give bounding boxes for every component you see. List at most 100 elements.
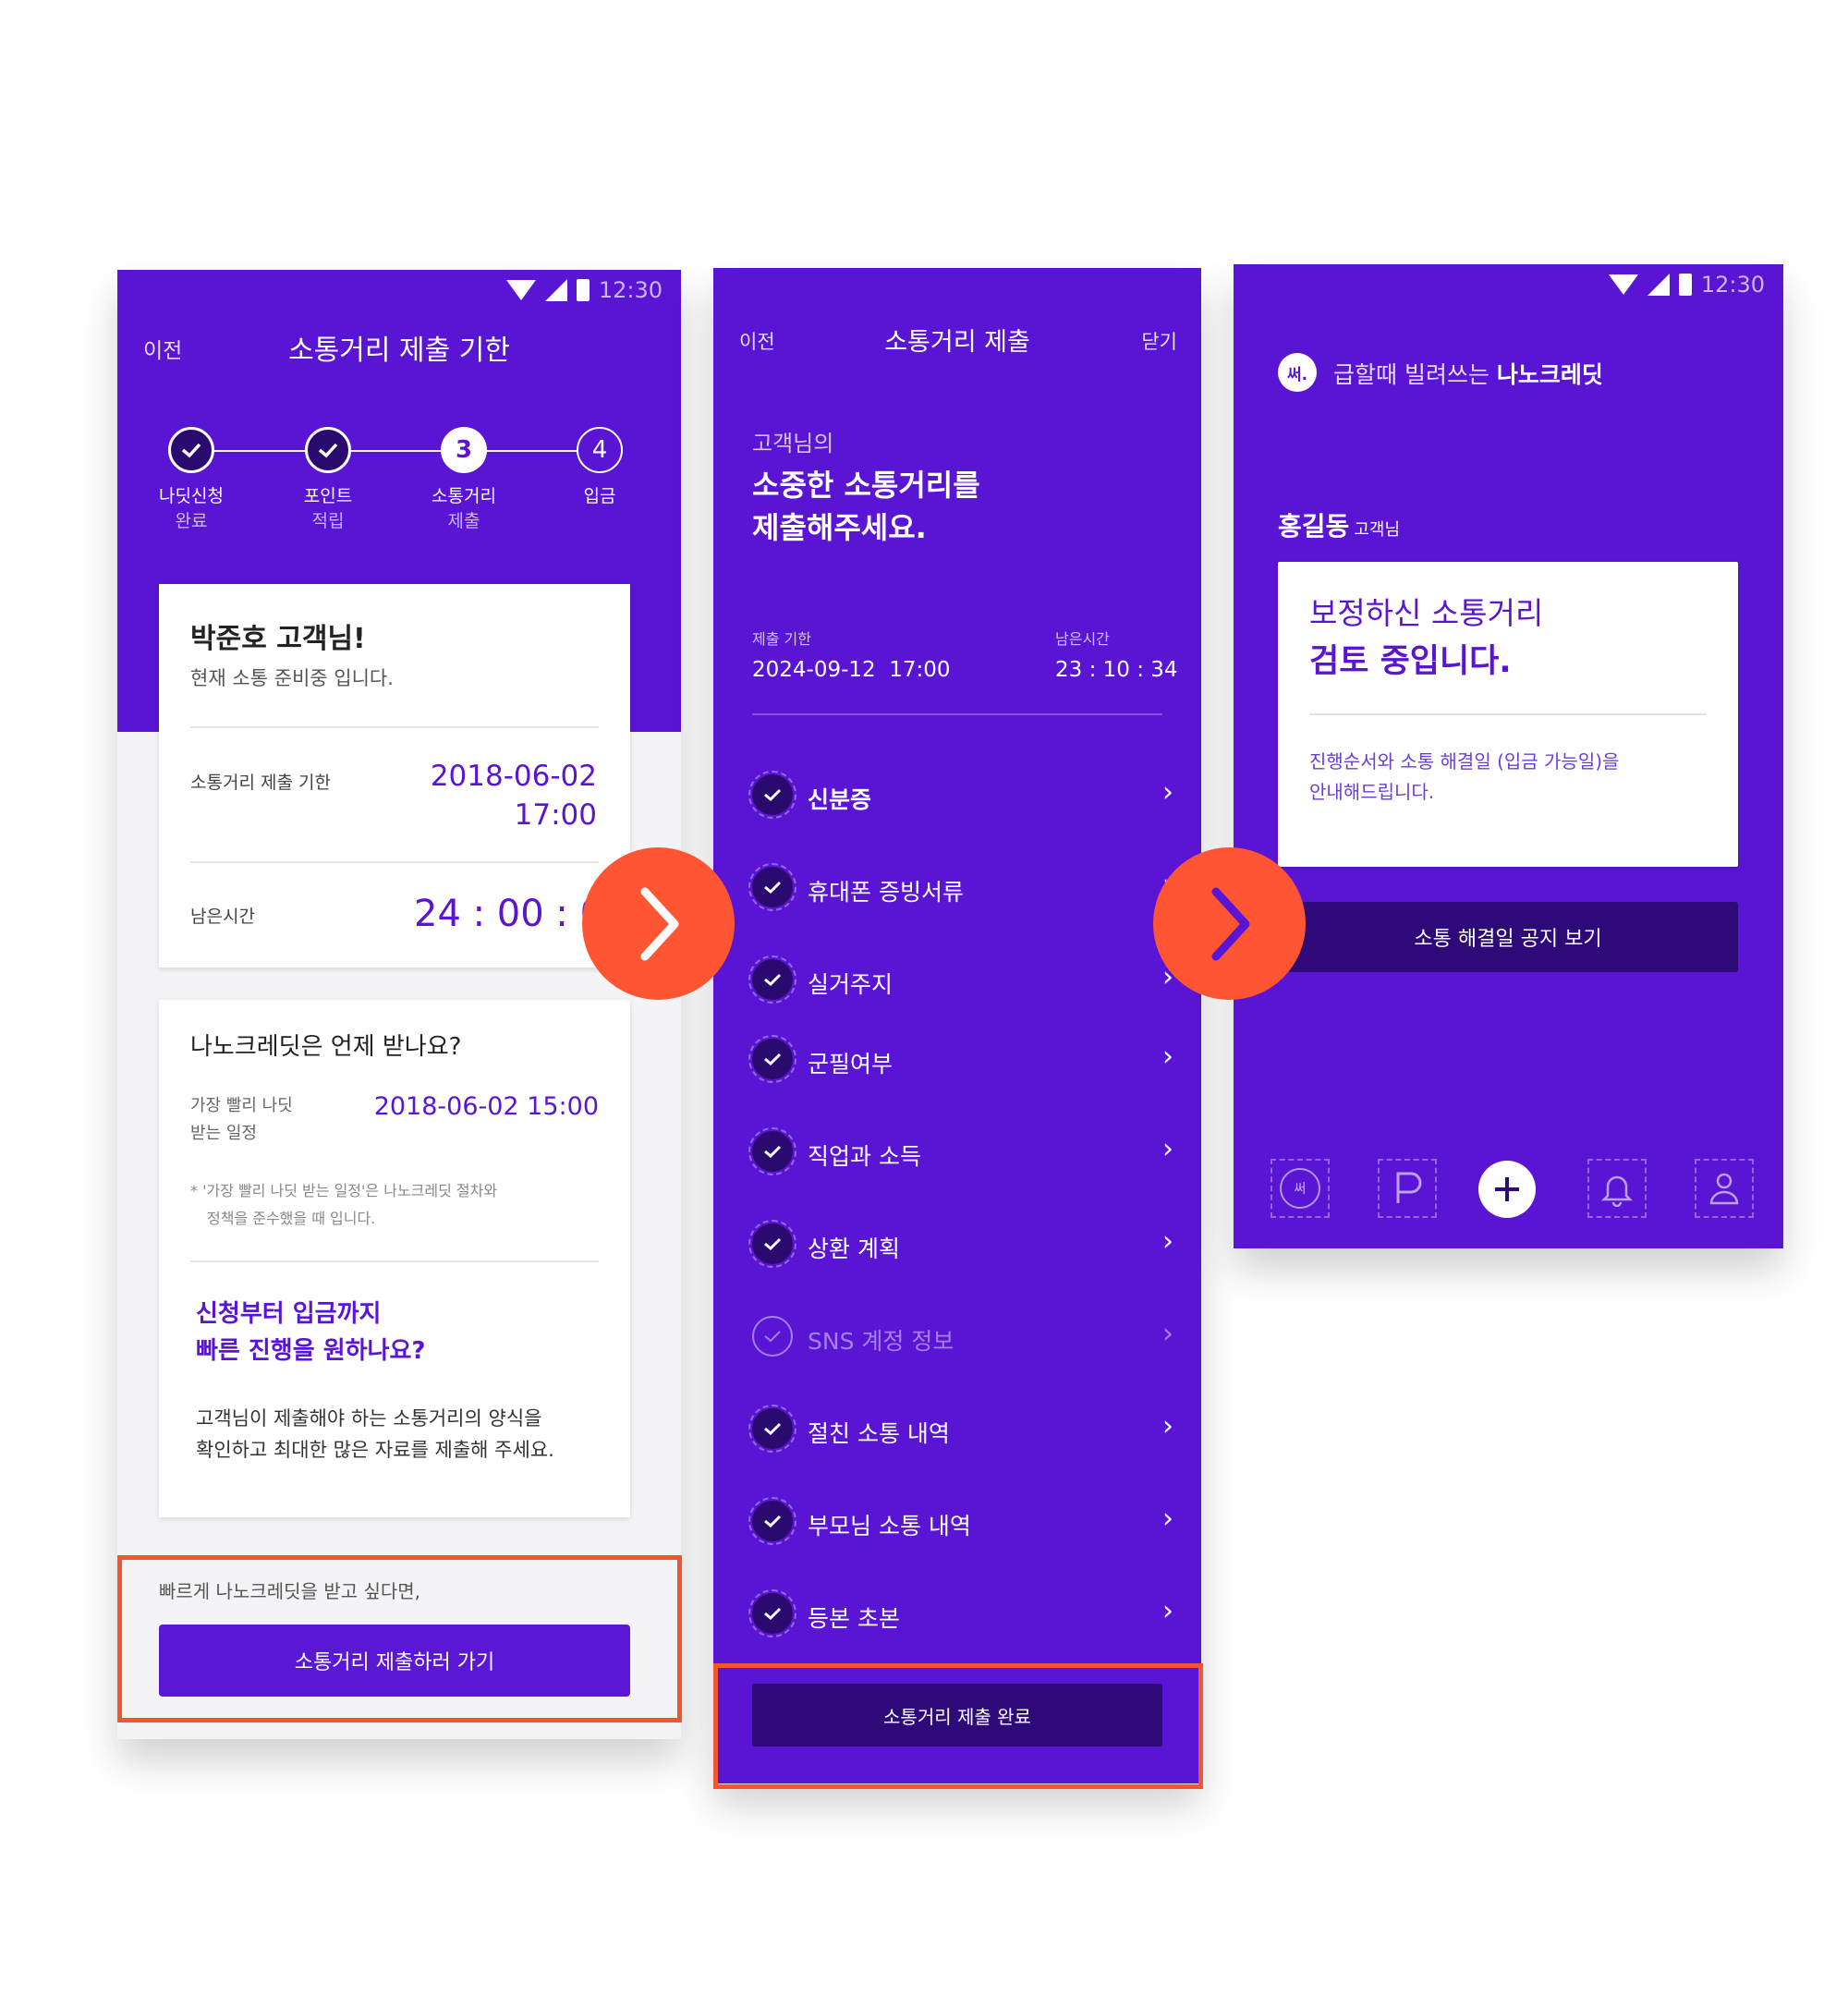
chevron-right-icon: › (1162, 1503, 1173, 1535)
step-2-circle (305, 427, 351, 473)
chevron-right-icon (1211, 887, 1249, 960)
promo-body: 고객님이 제출해야 하는 소통거리의 양식을 확인하고 최대한 많은 자료를 제… (196, 1403, 554, 1466)
deadline-date: 2018-06-02 (430, 760, 597, 793)
step-3-number: 3 (455, 436, 473, 464)
page-heading: 소중한 소통거리를 제출해주세요. (752, 464, 980, 549)
brand-tagline: 급할때 빌려쓰는 나노크레딧 (1333, 357, 1603, 390)
screen-submission-deadline: 12:30 이전 소통거리 제출 기한 3 4 나딧신청 완료 포인트 적립 소… (117, 270, 681, 1739)
check-icon (748, 1035, 796, 1083)
signal-icon (1647, 274, 1670, 296)
item-label: 상환 계획 (808, 1235, 900, 1262)
promo-title-line1: 신청부터 입금까지 (196, 1300, 382, 1328)
earliest-label-line2: 받는 일정 (190, 1124, 257, 1143)
item-label: 실거주지 (808, 971, 894, 998)
status-time: 12:30 (598, 277, 663, 303)
flow-arrow-2 (1153, 847, 1306, 1000)
wifi-icon (1608, 274, 1638, 295)
notice-button[interactable]: 소통 해결일 공지 보기 (1278, 902, 1738, 972)
list-item-friend-chat[interactable]: 절친 소통 내역 › (713, 1386, 1201, 1479)
status-time: 12:30 (1700, 272, 1765, 298)
chevron-right-icon: › (1162, 776, 1173, 809)
step-2-label: 포인트 적립 (273, 484, 383, 534)
step-1-circle (168, 427, 214, 473)
chevron-right-icon: › (1162, 1410, 1173, 1442)
customer-name-row: 홍길동 고객님 (1278, 506, 1400, 543)
divider (752, 713, 1162, 715)
deadline-value: 2024-09-12 17:00 (752, 658, 951, 682)
brand-logo-text: 써. (1286, 365, 1308, 384)
earliest-label-line1: 가장 빨리 나딧 (190, 1096, 293, 1115)
item-label: 군필여부 (808, 1051, 894, 1077)
nav-profile-icon[interactable] (1695, 1159, 1754, 1218)
document-list: 신분증 › 휴대폰 증빙서류 › 실거주지 › 군필여부 › 직업과 소득 › … (713, 748, 1201, 1673)
faq-title: 나노크레딧은 언제 받나요? (190, 1033, 462, 1061)
list-item-sns[interactable]: SNS 계정 정보 › (713, 1294, 1201, 1386)
faq-card: 나노크레딧은 언제 받나요? 가장 빨리 나딧 받는 일정 2018-06-02… (159, 1000, 630, 1517)
review-title: 보정하신 소통거리 검토 중입니다. (1309, 590, 1543, 686)
nav-logo-text: 써 (1294, 1182, 1307, 1197)
check-icon (748, 1589, 796, 1637)
promo-body-line1: 고객님이 제출해야 하는 소통거리의 양식을 (196, 1407, 542, 1430)
divider (190, 861, 599, 863)
step-3-label: 소통거리 제출 (408, 484, 519, 534)
check-icon (748, 1220, 796, 1268)
greeting: 박준호 고객님! (190, 623, 366, 655)
highlight-frame-submit (713, 1663, 1203, 1789)
nav-home-icon[interactable]: 써 (1270, 1159, 1330, 1218)
check-icon (748, 1405, 796, 1453)
list-item-military[interactable]: 군필여부 › (713, 1016, 1201, 1109)
deadline-label: 제출 기한 (752, 630, 811, 648)
remain-value: 23 : 10 : 34 (1055, 658, 1178, 682)
list-item-repayment[interactable]: 상환 계획 › (713, 1201, 1201, 1294)
chevron-right-icon (640, 887, 678, 960)
promo-title: 신청부터 입금까지 빠른 진행을 원하나요? (196, 1296, 425, 1369)
deadline-label: 소통거리 제출 기한 (190, 773, 331, 793)
nav-point-icon[interactable] (1378, 1159, 1437, 1218)
bottom-nav: 써 (1234, 1159, 1783, 1223)
item-label: SNS 계정 정보 (808, 1328, 954, 1355)
divider (190, 1260, 599, 1262)
tagline-light: 급할때 빌려쓰는 (1333, 361, 1497, 388)
list-item-phone-docs[interactable]: 휴대폰 증빙서류 › (713, 841, 1201, 933)
review-title-line1: 보정하신 소통거리 (1309, 595, 1544, 631)
nav-add-icon[interactable] (1478, 1161, 1536, 1218)
step-1-label: 나딧신청 완료 (136, 484, 247, 534)
page-title: 소통거리 제출 (884, 328, 1030, 357)
item-label: 부모님 소통 내역 (808, 1513, 971, 1540)
remain-label: 남은시간 (1055, 630, 1110, 648)
step-3-title: 소통거리 (432, 486, 496, 506)
screen-submit-documents: 이전 소통거리 제출 닫기 고객님의 소중한 소통거리를 제출해주세요. 제출 … (713, 268, 1201, 1783)
status-bar: 12:30 (1608, 264, 1765, 305)
earliest-label: 가장 빨리 나딧 받는 일정 (190, 1092, 293, 1148)
step-1-title: 나딧신청 (159, 486, 224, 506)
list-item-residence[interactable]: 실거주지 › (713, 933, 1201, 1016)
list-item-job-income[interactable]: 직업과 소득 › (713, 1109, 1201, 1201)
list-item-parent-chat[interactable]: 부모님 소통 내역 › (713, 1479, 1201, 1571)
step-1-sub: 완료 (175, 511, 208, 531)
chevron-right-icon: › (1162, 1595, 1173, 1627)
step-2-title: 포인트 (303, 486, 353, 506)
close-link[interactable]: 닫기 (1141, 327, 1177, 355)
check-icon (748, 771, 796, 819)
remain-label: 남은시간 (190, 907, 255, 927)
review-body-line2: 안내해드립니다. (1309, 781, 1435, 803)
nav-bell-icon[interactable] (1587, 1159, 1647, 1218)
screen-under-review: 12:30 써. 급할때 빌려쓰는 나노크레딧 홍길동 고객님 보정하신 소통거… (1234, 264, 1783, 1248)
step-4-title: 입금 (583, 486, 616, 506)
heading-line2: 제출해주세요. (752, 510, 927, 545)
divider (1309, 713, 1707, 715)
signal-icon (544, 279, 567, 301)
check-icon (748, 955, 796, 1004)
item-label: 휴대폰 증빙서류 (808, 879, 964, 906)
brand-logo: 써. (1278, 353, 1317, 392)
wifi-icon (505, 280, 536, 300)
step-4-circle: 4 (577, 427, 623, 473)
check-icon (318, 443, 338, 458)
chevron-right-icon: › (1162, 1041, 1173, 1073)
promo-title-line2: 빠른 진행을 원하나요? (196, 1337, 426, 1365)
list-item-registry[interactable]: 등본 초본 › (713, 1571, 1201, 1663)
list-item-id-card[interactable]: 신분증 › (713, 748, 1201, 841)
battery-icon (1678, 274, 1692, 296)
notice-button-label: 소통 해결일 공지 보기 (1414, 928, 1602, 951)
note-line2: 정책을 준수했을 때 입니다. (207, 1210, 376, 1227)
